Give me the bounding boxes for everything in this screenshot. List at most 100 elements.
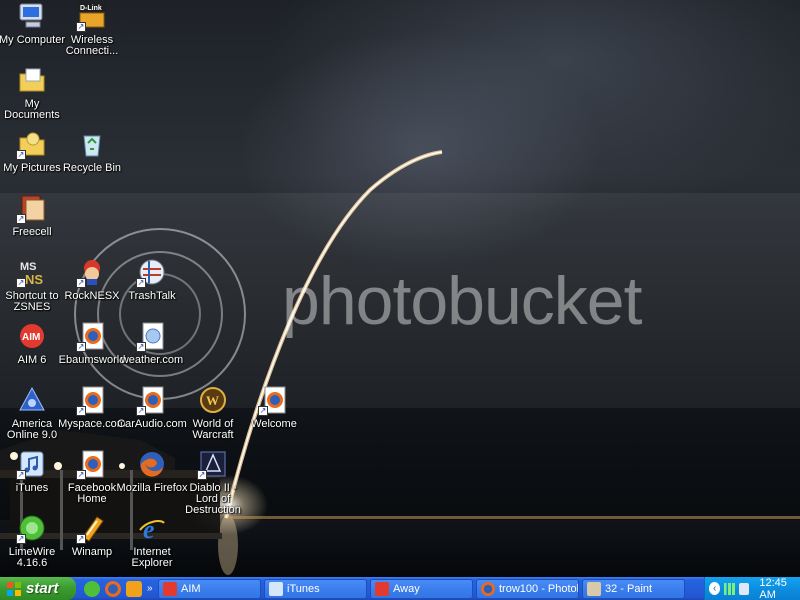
shortcut-arrow-icon: ↗ <box>76 406 86 416</box>
desktop-icon-my-documents[interactable]: My Documents <box>0 64 64 121</box>
desktop-icon-label: My Documents <box>4 98 60 121</box>
desktop-icon-label: TrashTalk <box>128 290 176 302</box>
desktop-icon-internet-explorer[interactable]: e Internet Explorer <box>120 512 184 569</box>
desktop-icon-itunes[interactable]: ↗ iTunes <box>0 448 64 494</box>
svg-text:e: e <box>143 515 155 543</box>
shortcut-arrow-icon: ↗ <box>136 278 146 288</box>
system-tray: ‹ 12:45 AM <box>704 577 800 600</box>
desktop-icon-aim[interactable]: AIM AIM 6 <box>0 320 64 366</box>
volume-icon[interactable] <box>738 582 750 595</box>
desktop-icon-recycle-bin[interactable]: Recycle Bin <box>60 128 124 174</box>
firefox-doc-icon: ↗ <box>76 384 108 416</box>
task-label: AIM <box>181 582 201 595</box>
aim-icon <box>163 581 177 596</box>
desktop-icon-label: Internet Explorer <box>131 546 173 569</box>
chevron-left-icon[interactable]: ‹ <box>709 582 721 595</box>
task-label: trow100 - Photob... <box>499 582 578 595</box>
firefox-icon <box>136 448 168 480</box>
desktop-icon-freecell[interactable]: ↗ Freecell <box>0 192 64 238</box>
desktop-icon-aol[interactable]: America Online 9.0 <box>0 384 64 441</box>
world-of-warcraft-icon: W <box>197 384 229 416</box>
firefox-doc-icon: ↗ <box>76 448 108 480</box>
desktop-icon-myspace[interactable]: ↗ Myspace.com <box>58 384 126 430</box>
firefox-icon[interactable] <box>105 580 121 597</box>
diablo-icon: ↗ <box>197 448 229 480</box>
dlink-badge-text: D-Link <box>80 5 102 12</box>
desktop-icon-limewire[interactable]: ↗ LimeWire 4.16.6 <box>0 512 64 569</box>
taskbar: start » AIM iTunes Away trow100 - Photob… <box>0 577 800 600</box>
desktop-icon-winamp[interactable]: ↗ Winamp <box>60 512 124 558</box>
task-button-photobucket[interactable]: trow100 - Photob... <box>476 578 579 599</box>
quick-launch: » <box>76 577 158 600</box>
desktop-icon-rocknesx[interactable]: ↗ RockNESX <box>60 256 124 302</box>
dlink-wireless-icon: D-Link ↗ <box>76 0 108 32</box>
paint-icon <box>587 581 601 596</box>
my-computer-icon <box>16 0 48 32</box>
desktop-icon-facebook[interactable]: ↗ Facebook Home <box>60 448 124 505</box>
desktop-icon-firefox[interactable]: Mozilla Firefox <box>117 448 187 494</box>
desktop-icon-caraudio[interactable]: ↗ CarAudio.com <box>117 384 187 430</box>
shortcut-arrow-icon: ↗ <box>76 22 86 32</box>
desktop-icon-zsnes[interactable]: MS NS ↗ Shortcut to ZSNES <box>0 256 64 313</box>
itunes-icon: ↗ <box>16 448 48 480</box>
shortcut-arrow-icon: ↗ <box>16 534 26 544</box>
clock[interactable]: 12:45 AM <box>759 577 800 600</box>
firefox-doc-icon: ↗ <box>136 384 168 416</box>
desktop[interactable]: photobucket My Computer My Documents ↗ M… <box>0 0 800 577</box>
start-button[interactable]: start <box>0 577 76 600</box>
desktop-icon-world-of-warcraft[interactable]: W World of Warcraft <box>181 384 245 441</box>
shortcut-arrow-icon: ↗ <box>197 470 207 480</box>
shortcut-arrow-icon: ↗ <box>16 278 26 288</box>
desktop-icon-weather[interactable]: ↗ weather.com <box>120 320 184 366</box>
desktop-icon-my-computer[interactable]: My Computer <box>0 0 65 46</box>
desktop-icon-label: weather.com <box>120 354 184 366</box>
my-documents-icon <box>16 64 48 96</box>
limewire-icon: ↗ <box>16 512 48 544</box>
desktop-icon-label: Diablo II - Lord of Destruction <box>185 482 241 516</box>
freecell-icon: ↗ <box>16 192 48 224</box>
svg-text:AIM: AIM <box>22 332 40 343</box>
firefox-doc-icon: ↗ <box>76 320 108 352</box>
trashtalk-icon: ↗ <box>136 256 168 288</box>
firefox-icon <box>481 581 495 596</box>
shortcut-arrow-icon: ↗ <box>136 406 146 416</box>
internet-shortcut-icon: ↗ <box>136 320 168 352</box>
chevron-right-icon[interactable]: » <box>147 583 153 594</box>
desktop-icon-label: Wireless Connecti... <box>65 34 119 57</box>
task-button-itunes[interactable]: iTunes <box>264 578 367 599</box>
rocknesx-icon: ↗ <box>76 256 108 288</box>
desktop-icon-trashtalk[interactable]: ↗ TrashTalk <box>120 256 184 302</box>
task-button-paint[interactable]: 32 - Paint <box>582 578 685 599</box>
winamp-icon: ↗ <box>76 512 108 544</box>
windows-media-player-icon[interactable] <box>126 580 142 597</box>
shortcut-arrow-icon: ↗ <box>16 214 26 224</box>
itunes-icon <box>269 581 283 596</box>
desktop-icon-ebaumsworld[interactable]: ↗ Ebaumsworld <box>59 320 125 366</box>
shortcut-arrow-icon: ↗ <box>16 470 26 480</box>
shortcut-arrow-icon: ↗ <box>136 342 146 352</box>
desktop-icon-label: Freecell <box>12 226 52 238</box>
desktop-icon-wireless[interactable]: D-Link ↗ Wireless Connecti... <box>60 0 124 57</box>
task-button-aim[interactable]: AIM <box>158 578 261 599</box>
aol-icon <box>16 384 48 416</box>
shortcut-arrow-icon: ↗ <box>258 406 268 416</box>
desktop-icon-welcome[interactable]: ↗ Welcome <box>242 384 306 430</box>
desktop-icon-my-pictures[interactable]: ↗ My Pictures <box>0 128 64 174</box>
firefox-doc-icon: ↗ <box>258 384 290 416</box>
shortcut-arrow-icon: ↗ <box>76 534 86 544</box>
aim-away-icon <box>375 581 389 596</box>
zsnes-icon: MS NS ↗ <box>16 256 48 288</box>
shortcut-arrow-icon: ↗ <box>76 342 86 352</box>
internet-explorer-icon: e <box>136 512 168 544</box>
limewire-icon[interactable] <box>84 580 100 597</box>
watermark-text: photobucket <box>282 263 643 339</box>
desktop-icon-label: Recycle Bin <box>62 162 122 174</box>
task-button-away[interactable]: Away <box>370 578 473 599</box>
wireless-signal-icon[interactable] <box>724 582 735 595</box>
desktop-icon-diablo[interactable]: ↗ Diablo II - Lord of Destruction <box>181 448 245 516</box>
recycle-bin-icon <box>76 128 108 160</box>
start-label: start <box>26 580 59 597</box>
task-label: iTunes <box>287 582 320 595</box>
my-pictures-icon: ↗ <box>16 128 48 160</box>
shortcut-arrow-icon: ↗ <box>76 470 86 480</box>
